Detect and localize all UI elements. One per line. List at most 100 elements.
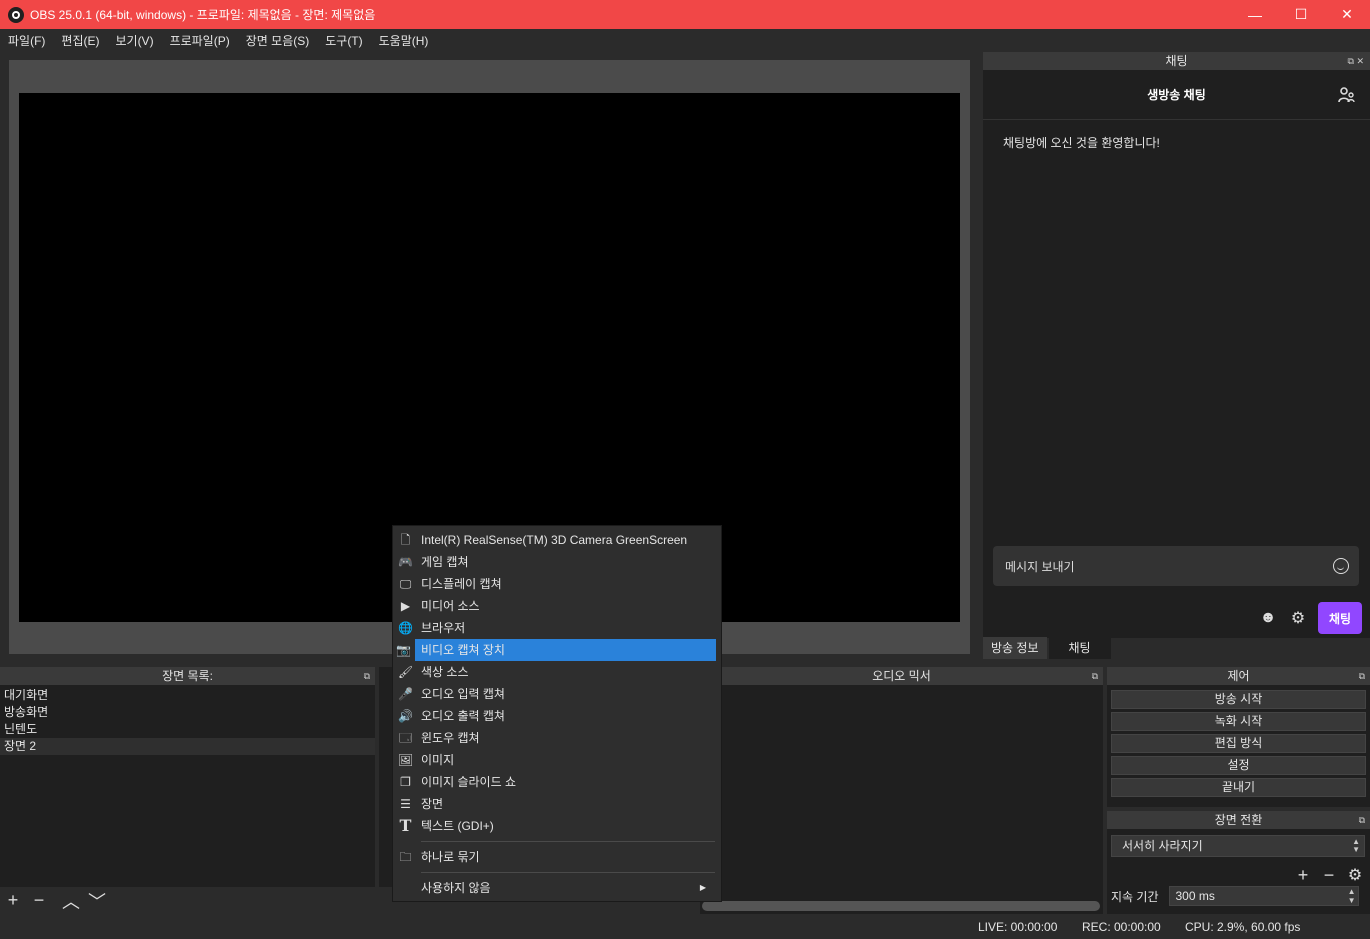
scene-toolbar: + − ︿ ﹀ xyxy=(0,887,375,914)
scene-item[interactable]: 닌텐도 xyxy=(0,721,375,738)
menu-item-realsense[interactable]: 🗋 Intel(R) RealSense(TM) 3D Camera Green… xyxy=(393,529,716,551)
scene-transitions-panel: 장면 전환 ⧉ 서서히 사라지기 ▲ ▼ + − ⚙ 지속 기간 300 ms ▲… xyxy=(1107,811,1370,914)
gear-icon[interactable]: ⚙ xyxy=(1344,863,1366,887)
monitor-icon: 🖵 xyxy=(399,577,412,591)
start-streaming-button[interactable]: 방송 시작 xyxy=(1111,690,1366,709)
chat-send-button[interactable]: 채팅 xyxy=(1318,602,1362,634)
menu-item-label: 게임 캡쳐 xyxy=(421,555,469,569)
menu-item-deprecated[interactable]: 사용하지 않음 ▶ xyxy=(393,877,716,899)
duration-field[interactable]: 300 ms ▲ ▼ xyxy=(1168,886,1359,906)
tab-chat[interactable]: 채팅 xyxy=(1048,637,1111,659)
menu-item-label: 사용하지 않음 xyxy=(421,881,491,895)
menu-item-image-slideshow[interactable]: ❐ 이미지 슬라이드 쇼 xyxy=(393,771,716,793)
chat-message-input[interactable]: 메시지 보내기 xyxy=(993,546,1359,586)
live-time: LIVE: 00:00:00 xyxy=(978,920,1058,934)
menu-tools[interactable]: 도구(T) xyxy=(317,32,370,49)
remove-scene-button[interactable]: − xyxy=(26,889,52,913)
menu-item-image[interactable]: 🖼 이미지 xyxy=(393,749,716,771)
text-icon: T xyxy=(399,816,412,835)
image-icon: 🖼 xyxy=(397,753,414,767)
chat-welcome-message: 채팅방에 오신 것을 환영합니다! xyxy=(1003,136,1160,150)
menu-item-color-source[interactable]: 🖌 색상 소스 xyxy=(393,661,716,683)
menu-item-video-capture[interactable]: 📷 비디오 캡쳐 장치 xyxy=(396,639,716,661)
add-scene-button[interactable]: + xyxy=(0,889,26,913)
mixer-title-label: 오디오 믹서 xyxy=(872,669,931,683)
maximize-button[interactable]: ☐ xyxy=(1278,0,1324,29)
menu-item-group[interactable]: 🗀 하나로 묶기 xyxy=(393,846,716,868)
exit-button[interactable]: 끝내기 xyxy=(1111,778,1366,797)
menu-help[interactable]: 도움말(H) xyxy=(371,32,437,49)
scene-item[interactable]: 대기화면 xyxy=(0,687,375,704)
users-icon[interactable] xyxy=(1338,86,1356,104)
menu-item-label: 미디어 소스 xyxy=(421,599,480,613)
close-button[interactable]: ✕ xyxy=(1324,0,1370,29)
emoji-icon[interactable] xyxy=(1333,558,1349,574)
menu-item-label: 비디오 캡쳐 장치 xyxy=(421,643,505,657)
menu-item-text[interactable]: T 텍스트 (GDI+) xyxy=(393,815,716,837)
menu-item-label: 장면 xyxy=(421,797,444,811)
slideshow-icon: ❐ xyxy=(400,775,411,789)
add-transition-button[interactable]: + xyxy=(1292,863,1314,887)
dock-float-icon[interactable]: ⧉ xyxy=(1359,811,1365,829)
transitions-title-label: 장면 전환 xyxy=(1214,813,1263,827)
move-up-button[interactable]: ︿ xyxy=(58,889,84,913)
menu-item-game-capture[interactable]: 🎮 게임 캡쳐 xyxy=(393,551,716,573)
mixer-scrollbar[interactable] xyxy=(702,901,1100,911)
chevron-updown-icon: ▲ ▼ xyxy=(1352,837,1360,854)
speaker-icon: 🔊 xyxy=(398,709,413,723)
emote-picker-icon[interactable]: ☻ xyxy=(1258,608,1278,628)
studio-mode-button[interactable]: 편집 방식 xyxy=(1111,734,1366,753)
file-icon: 🗋 xyxy=(400,533,411,547)
title-bar: OBS 25.0.1 (64-bit, windows) - 프로파일: 제목없… xyxy=(0,0,1370,29)
menu-item-label: Intel(R) RealSense(TM) 3D Camera GreenSc… xyxy=(421,533,688,547)
dock-float-icon[interactable]: ⧉ xyxy=(364,667,370,685)
remove-transition-button[interactable]: − xyxy=(1318,863,1340,887)
menu-item-label: 이미지 xyxy=(421,753,455,767)
audio-mixer-panel: 오디오 믹서 ⧉ xyxy=(700,667,1103,914)
menu-item-audio-input[interactable]: 🎤 오디오 입력 캡쳐 xyxy=(393,683,716,705)
chat-dock-title-label: 채팅 xyxy=(1165,54,1188,68)
menu-separator xyxy=(421,872,715,873)
menu-view[interactable]: 보기(V) xyxy=(107,32,161,49)
controls-panel-title: 제어 ⧉ xyxy=(1107,667,1370,685)
scene-item-selected[interactable]: 장면 2 xyxy=(0,738,375,755)
menu-item-scene[interactable]: ☰ 장면 xyxy=(393,793,716,815)
start-recording-button[interactable]: 녹화 시작 xyxy=(1111,712,1366,731)
spin-arrows-icon[interactable]: ▲ ▼ xyxy=(1348,887,1356,905)
menu-profile[interactable]: 프로파일(P) xyxy=(162,32,238,49)
cpu-fps: CPU: 2.9%, 60.00 fps xyxy=(1185,920,1301,934)
transitions-panel-title: 장면 전환 ⧉ xyxy=(1107,811,1370,829)
menu-item-label: 디스플레이 캡쳐 xyxy=(421,577,502,591)
tab-stream-info[interactable]: 방송 정보 xyxy=(983,637,1047,659)
menu-item-label: 하나로 묶기 xyxy=(421,850,480,864)
menu-scene-collection[interactable]: 장면 모음(S) xyxy=(238,32,318,49)
menu-item-display-capture[interactable]: 🖵 디스플레이 캡쳐 xyxy=(393,573,716,595)
transition-select[interactable]: 서서히 사라지기 ▲ ▼ xyxy=(1111,835,1365,857)
dock-float-close-icon[interactable]: ⧉ ✕ xyxy=(1348,52,1364,70)
globe-icon: 🌐 xyxy=(398,621,413,635)
menu-item-browser[interactable]: 🌐 브라우저 xyxy=(393,617,716,639)
duration-label: 지속 기간 xyxy=(1111,889,1159,904)
menu-separator xyxy=(421,841,715,842)
menu-edit[interactable]: 편집(E) xyxy=(53,32,107,49)
minimize-button[interactable]: — xyxy=(1232,0,1278,29)
rec-time: REC: 00:00:00 xyxy=(1082,920,1161,934)
menu-item-media-source[interactable]: ▶ 미디어 소스 xyxy=(393,595,716,617)
microphone-icon: 🎤 xyxy=(398,687,413,701)
chat-header: 생방송 채팅 xyxy=(983,70,1370,120)
settings-button[interactable]: 설정 xyxy=(1111,756,1366,775)
dock-tabs: 방송 정보 채팅 xyxy=(983,637,1113,659)
gear-icon[interactable]: ⚙ xyxy=(1288,608,1308,628)
gamepad-icon: 🎮 xyxy=(398,555,413,569)
scene-item[interactable]: 방송화면 xyxy=(0,704,375,721)
move-down-button[interactable]: ﹀ xyxy=(84,889,110,913)
dock-float-icon[interactable]: ⧉ xyxy=(1359,667,1365,685)
menu-item-window-capture[interactable]: 🗔 윈도우 캡쳐 xyxy=(393,727,716,749)
window-title: OBS 25.0.1 (64-bit, windows) - 프로파일: 제목없… xyxy=(30,8,376,22)
chat-dock-title: 채팅 ⧉ ✕ xyxy=(983,52,1370,70)
menu-item-audio-output[interactable]: 🔊 오디오 출력 캡쳐 xyxy=(393,705,716,727)
scenes-panel: 장면 목록: ⧉ 대기화면 방송화면 닌텐도 장면 2 xyxy=(0,667,375,914)
menu-file[interactable]: 파일(F) xyxy=(0,32,53,49)
camera-icon: 📷 xyxy=(396,643,411,657)
dock-float-icon[interactable]: ⧉ xyxy=(1092,667,1098,685)
